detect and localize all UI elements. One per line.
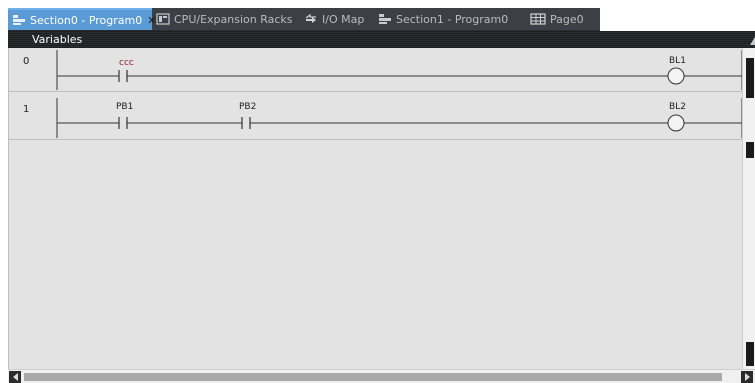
tab-cpu-expansion-racks[interactable]: CPU/Expansion Racks xyxy=(156,8,296,30)
tab-section1-program0[interactable]: Section1 - Program0 xyxy=(378,8,520,30)
scroll-left-button[interactable] xyxy=(9,371,21,383)
io-map-icon xyxy=(304,13,318,25)
chevron-right-icon xyxy=(744,373,750,381)
tab-label: CPU/Expansion Racks xyxy=(174,12,293,26)
chevron-left-icon xyxy=(12,373,18,381)
tab-section0-program0[interactable]: Section0 - Program0 ✕ xyxy=(8,8,156,30)
rung-0[interactable]: 0 ccc BL1 xyxy=(9,48,743,92)
tab-label: I/O Map xyxy=(322,12,365,26)
coil-icon[interactable] xyxy=(667,67,685,85)
horizontal-scrollbar[interactable] xyxy=(8,369,755,383)
section-icon xyxy=(12,14,26,26)
section-icon xyxy=(378,13,392,25)
contact-label[interactable]: PB1 xyxy=(116,102,133,112)
rack-icon xyxy=(156,13,170,25)
tab-bar: Section0 - Program0 ✕ CPU/Expansion Rack… xyxy=(8,8,600,31)
scroll-marker xyxy=(746,142,754,158)
no-contact-icon[interactable] xyxy=(118,70,128,82)
coil-label[interactable]: BL2 xyxy=(669,102,686,112)
rung-1[interactable]: 1 PB1 PB2 BL2 xyxy=(9,96,743,140)
no-contact-icon[interactable] xyxy=(241,117,251,129)
tab-label: Section0 - Program0 xyxy=(30,13,143,27)
tab-page0[interactable]: Page0 xyxy=(530,8,598,30)
scroll-thumb[interactable] xyxy=(24,373,722,381)
no-contact-icon[interactable] xyxy=(118,117,128,129)
coil-icon[interactable] xyxy=(667,114,685,132)
variables-label: Variables xyxy=(32,33,83,46)
grid-icon xyxy=(530,13,546,25)
ladder-editor[interactable]: 0 ccc BL1 1 PB1 PB2 BL2 xyxy=(8,48,743,369)
scroll-marker xyxy=(746,342,754,366)
tab-label: Section1 - Program0 xyxy=(396,12,509,26)
tab-label: Page0 xyxy=(550,12,584,26)
document-tab-strip: Section0 - Program0 ✕ CPU/Expansion Rack… xyxy=(0,0,755,31)
scroll-thumb[interactable] xyxy=(746,58,754,98)
rung-1-diagram: PB1 PB2 BL2 xyxy=(56,98,743,138)
contact-label[interactable]: PB2 xyxy=(239,102,256,112)
tab-io-map[interactable]: I/O Map xyxy=(304,8,374,30)
resize-grip-icon xyxy=(750,37,755,45)
vertical-scrollbar[interactable] xyxy=(742,48,755,369)
rung-0-diagram: ccc BL1 xyxy=(56,50,743,90)
scroll-right-button[interactable] xyxy=(741,371,753,383)
contact-label[interactable]: ccc xyxy=(119,58,134,68)
variables-bar[interactable]: Variables xyxy=(8,31,755,48)
coil-label[interactable]: BL1 xyxy=(669,56,686,66)
